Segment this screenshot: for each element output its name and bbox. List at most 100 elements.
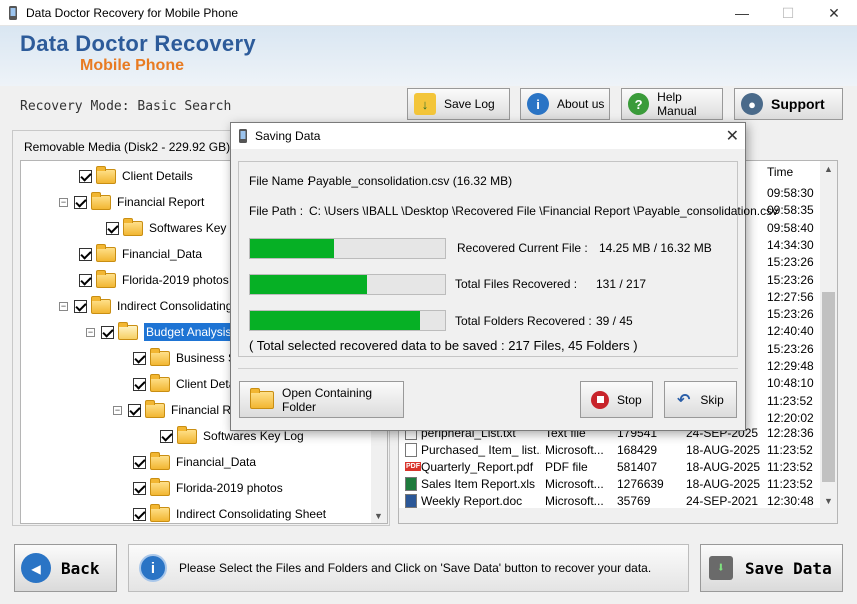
folder-icon	[150, 477, 170, 496]
tree-item[interactable]: Client Details	[79, 165, 193, 187]
scroll-thumb[interactable]	[822, 292, 835, 482]
cell-name: Purchased_ Item_ list...	[421, 443, 541, 457]
time-cell: 09:58:30	[767, 186, 814, 200]
checkbox-checked[interactable]	[74, 299, 87, 313]
minimize-button[interactable]: —	[719, 0, 765, 26]
dialog-title-bar: Saving Data ✕	[231, 123, 745, 149]
folder-icon	[96, 269, 116, 288]
back-arrow-icon: ◀	[21, 553, 51, 583]
summary-text: ( Total selected recovered data to be sa…	[249, 338, 638, 353]
file-path-value: C: \Users \IBALL \Desktop \Recovered Fil…	[309, 204, 779, 218]
cell-date: 18-AUG-2025	[686, 477, 761, 491]
save-log-label: Save Log	[444, 97, 495, 111]
cell-time: 11:23:52	[767, 477, 813, 491]
checkbox-checked[interactable]	[128, 403, 141, 417]
folder-icon	[96, 165, 116, 184]
tree-item[interactable]: − Financial Report	[59, 191, 204, 213]
recovered-current-label: Recovered Current File :	[457, 241, 588, 255]
checkbox-checked[interactable]	[79, 273, 92, 287]
collapse-toggle[interactable]: −	[59, 197, 68, 207]
time-cell: 15:23:26	[767, 307, 814, 322]
maximize-button[interactable]: ☐	[765, 0, 811, 26]
checkbox-checked[interactable]	[101, 325, 114, 339]
close-button[interactable]: ✕	[811, 0, 857, 26]
folder-icon	[150, 347, 170, 366]
checkbox-checked[interactable]	[133, 351, 146, 365]
skip-button[interactable]: ↶ Skip	[664, 381, 737, 418]
save-log-button[interactable]: ↓ Save Log	[407, 88, 510, 120]
total-files-progress-bar	[249, 274, 446, 295]
cell-type: PDF file	[545, 460, 588, 474]
checkbox-checked[interactable]	[133, 507, 146, 521]
checkbox-checked[interactable]	[133, 455, 146, 469]
drive-label: Removable Media (Disk2 - 229.92 GB)	[24, 140, 231, 154]
folder-icon	[145, 399, 165, 418]
checkbox-checked[interactable]	[106, 221, 119, 235]
checkbox-checked[interactable]	[79, 169, 92, 183]
instruction-bar: i Please Select the Files and Folders an…	[128, 544, 689, 592]
support-button[interactable]: ● Support	[734, 88, 843, 120]
tree-item[interactable]: Softwares Key Log	[106, 217, 250, 239]
help-manual-button[interactable]: ? Help Manual	[621, 88, 723, 120]
checkbox-checked[interactable]	[160, 429, 173, 443]
save-data-button[interactable]: ⬇ Save Data	[700, 544, 843, 592]
time-cell: 12:40:40	[767, 324, 814, 339]
support-label: Support	[771, 96, 825, 112]
info-icon: i	[139, 554, 167, 582]
folder-icon	[150, 373, 170, 392]
stop-icon	[591, 390, 609, 409]
tree-item[interactable]: Financial_Data	[133, 451, 256, 473]
collapse-toggle[interactable]: −	[86, 327, 95, 337]
table-row[interactable]: Purchased_ Item_ list... Microsoft... 1684…	[399, 442, 821, 459]
stop-button[interactable]: Stop	[580, 381, 653, 418]
stop-label: Stop	[617, 392, 642, 407]
file-list-hscrollbar[interactable]	[399, 508, 837, 523]
scroll-up-icon: ▲	[824, 164, 833, 174]
folder-icon	[177, 425, 197, 444]
time-cell: 12:29:48	[767, 359, 814, 373]
time-cell: 10:48:10	[767, 376, 814, 391]
cell-size: 581407	[617, 460, 658, 474]
folder-icon	[91, 295, 111, 314]
tree-item[interactable]: Indirect Consolidating Sheet	[133, 503, 326, 523]
collapse-toggle[interactable]: −	[59, 301, 68, 311]
checkbox-checked[interactable]	[133, 481, 146, 495]
file-path-label: File Path :	[249, 204, 304, 218]
table-row[interactable]: PDF Quarterly_Report.pdf PDF file 581407 18-…	[399, 459, 821, 476]
back-button[interactable]: ◀ Back	[14, 544, 117, 592]
time-cell: 12:20:02	[767, 410, 814, 425]
total-folders-value: 39 / 45	[596, 314, 633, 328]
cell-date: 24-SEP-2021	[686, 494, 759, 508]
time-cell: 11:23:52	[767, 393, 813, 408]
file-name-label: File Name :	[249, 174, 311, 188]
about-us-button[interactable]: i About us	[520, 88, 610, 120]
checkbox-checked[interactable]	[74, 195, 87, 209]
time-cell: 15:23:26	[767, 255, 814, 270]
column-header-time[interactable]: Time	[761, 161, 821, 183]
cell-size: 168429	[617, 443, 658, 457]
brand-subtitle: Mobile Phone	[80, 57, 184, 74]
cell-size: 1276639	[617, 477, 664, 491]
brand-title: Data Doctor Recovery	[20, 31, 256, 56]
open-containing-folder-button[interactable]: Open Containing Folder	[239, 381, 404, 418]
checkbox-checked[interactable]	[79, 247, 92, 261]
back-label: Back	[61, 558, 100, 578]
time-cell: 09:58:40	[767, 220, 814, 235]
total-files-value: 131 / 217	[596, 277, 647, 291]
checkbox-checked[interactable]	[133, 377, 146, 391]
tree-item[interactable]: Florida-2019 photos	[133, 477, 283, 499]
cell-time: 12:28:36	[767, 426, 814, 440]
recovery-mode-label: Recovery Mode: Basic Search	[20, 99, 232, 114]
collapse-toggle[interactable]: −	[113, 405, 122, 415]
current-file-progress-bar	[249, 238, 446, 259]
title-bar: Data Doctor Recovery for Mobile Phone — …	[0, 0, 857, 26]
cell-type: Microsoft...	[545, 477, 604, 491]
dialog-close-icon[interactable]: ✕	[726, 126, 739, 146]
tree-item[interactable]: Financial_Data	[79, 243, 202, 265]
window-title: Data Doctor Recovery for Mobile Phone	[26, 6, 239, 20]
table-row[interactable]: Sales Item Report.xls Microsoft... 1276639…	[399, 476, 821, 493]
dialog-divider	[238, 368, 738, 369]
skip-label: Skip	[700, 392, 724, 407]
tree-item[interactable]: Florida-2019 photos	[79, 269, 229, 291]
cell-name: Quarterly_Report.pdf	[421, 460, 534, 474]
